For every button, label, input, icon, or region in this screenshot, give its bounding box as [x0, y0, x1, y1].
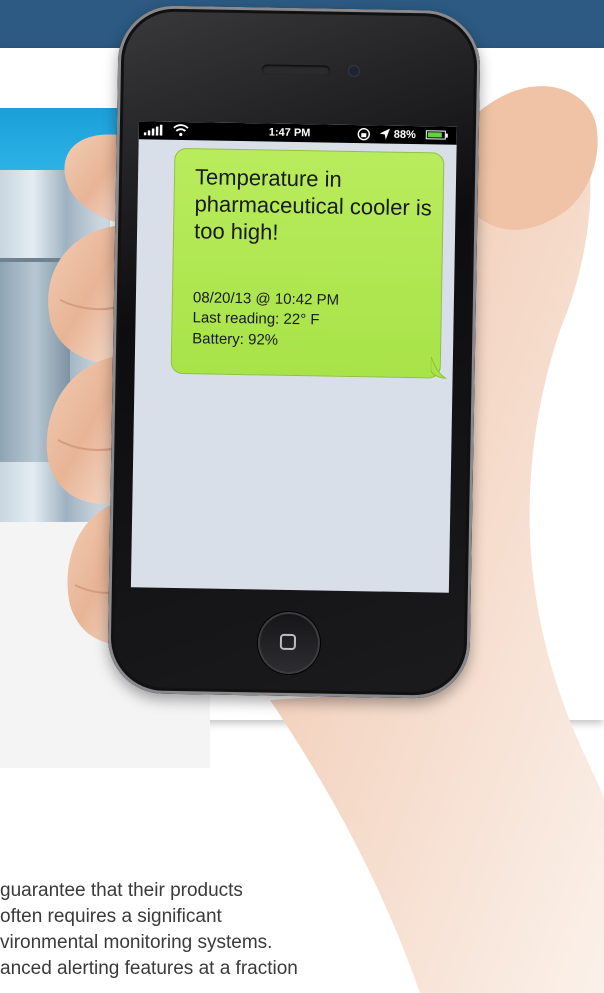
- alert-timestamp: 08/20/13 @ 10:42 PM: [192, 289, 340, 309]
- wifi-icon: [173, 123, 189, 140]
- bubble-tail: [430, 356, 447, 379]
- rotation-lock-icon: [357, 127, 371, 144]
- sms-alert-bubble: Temperature in pharmaceutical cooler is …: [170, 147, 445, 379]
- front-camera: [347, 64, 361, 78]
- home-button[interactable]: [257, 611, 321, 675]
- article-line: guarantee that their products: [0, 880, 243, 901]
- location-icon: [379, 127, 391, 143]
- alert-last-reading: Last reading: 22° F: [192, 309, 320, 329]
- article-line: often requires a significant: [0, 906, 222, 927]
- phone-screen: 1:47 PM 88% Temperature in pharmaceutica…: [130, 121, 457, 593]
- battery-percent: 88%: [393, 128, 416, 142]
- smartphone: 1:47 PM 88% Temperature in pharmaceutica…: [107, 4, 481, 700]
- status-bar: 1:47 PM 88%: [138, 121, 457, 145]
- home-square-icon: [279, 633, 297, 651]
- status-time: 1:47 PM: [268, 126, 311, 140]
- article-line: vironmental monitoring systems.: [0, 932, 273, 953]
- battery-icon: [425, 130, 446, 140]
- earpiece-speaker: [261, 64, 331, 76]
- alert-battery: Battery: 92%: [192, 330, 279, 349]
- battery-fill: [427, 132, 442, 138]
- signal-icon: [143, 124, 166, 138]
- alert-title: Temperature in pharmaceutical cooler is …: [193, 164, 432, 245]
- article-line: anced alerting features at a fraction: [0, 958, 298, 979]
